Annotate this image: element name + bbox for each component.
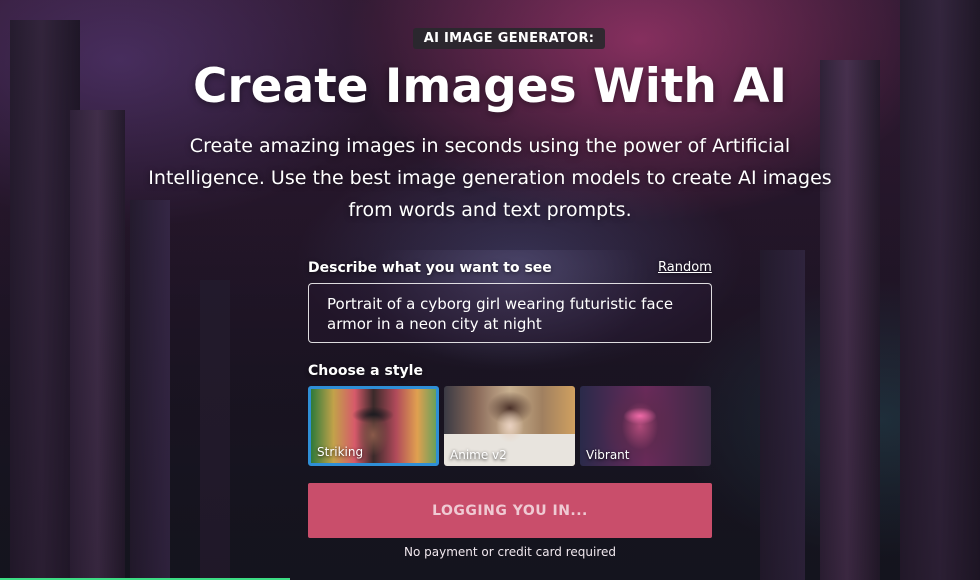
prompt-textarea[interactable]: Portrait of a cyborg girl wearing futuri… xyxy=(308,283,712,343)
style-caption: Striking xyxy=(317,445,364,459)
generate-button[interactable]: LOGGING YOU IN... xyxy=(308,483,712,538)
style-caption: Anime v2 xyxy=(450,448,507,462)
style-option-striking[interactable]: Striking xyxy=(308,386,439,466)
no-payment-note: No payment or credit card required xyxy=(404,545,616,559)
section-badge: AI IMAGE GENERATOR: xyxy=(413,28,605,49)
random-prompt-link[interactable]: Random xyxy=(658,260,712,275)
page-title: Create Images With AI xyxy=(192,59,788,114)
style-option-vibrant[interactable]: Vibrant xyxy=(580,386,711,466)
style-label: Choose a style xyxy=(308,363,423,379)
prompt-label: Describe what you want to see xyxy=(308,260,552,276)
style-option-anime-v2[interactable]: Anime v2 xyxy=(444,386,575,466)
style-caption: Vibrant xyxy=(586,448,630,462)
page-subtitle: Create amazing images in seconds using t… xyxy=(148,135,832,221)
